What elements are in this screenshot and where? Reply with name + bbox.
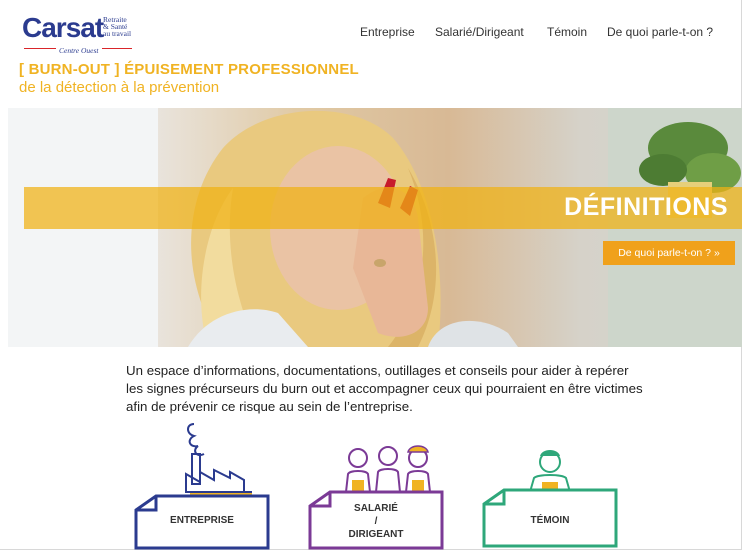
hero-title: DÉFINITIONS <box>564 193 728 221</box>
nav-salarie-dirigeant[interactable]: Salarié/Dirigeant <box>435 25 524 39</box>
card-label: ENTREPRISE <box>170 515 234 526</box>
witness-icon <box>482 450 618 548</box>
card-label: TÉMOIN <box>530 515 570 526</box>
logo-tagline: Retraite & Santé au travail <box>103 15 132 38</box>
page-subtitle: de la détection à la prévention <box>19 79 220 96</box>
hero-banner: DÉFINITIONS De quoi parle-t-on ? » <box>8 108 742 347</box>
nav-entreprise[interactable]: Entreprise <box>360 25 415 39</box>
logo-wordmark: Carsat <box>22 12 104 43</box>
nav-de-quoi-parle-t-on[interactable]: De quoi parle-t-on ? <box>607 25 713 39</box>
card-temoin[interactable]: TÉMOIN <box>482 446 618 550</box>
logo-region: Centre Ouest <box>56 46 102 55</box>
nav-temoin[interactable]: Témoin <box>547 25 587 39</box>
carsat-logo[interactable]: Carsat Retraite & Santé au travail Centr… <box>22 12 142 56</box>
page-title: [ BURN-OUT ] ÉPUISEMENT PROFESSIONNEL <box>19 61 359 78</box>
card-label: SALARIÉ / DIRIGEANT <box>348 503 404 540</box>
intro-paragraph: Un espace d’informations, documentations… <box>126 363 643 414</box>
factory-icon <box>134 423 270 550</box>
card-salarie-dirigeant[interactable]: SALARIÉ / DIRIGEANT <box>308 440 444 550</box>
hero-cta-button[interactable]: De quoi parle-t-on ? » <box>603 241 735 265</box>
card-entreprise[interactable]: ENTREPRISE <box>134 416 270 550</box>
